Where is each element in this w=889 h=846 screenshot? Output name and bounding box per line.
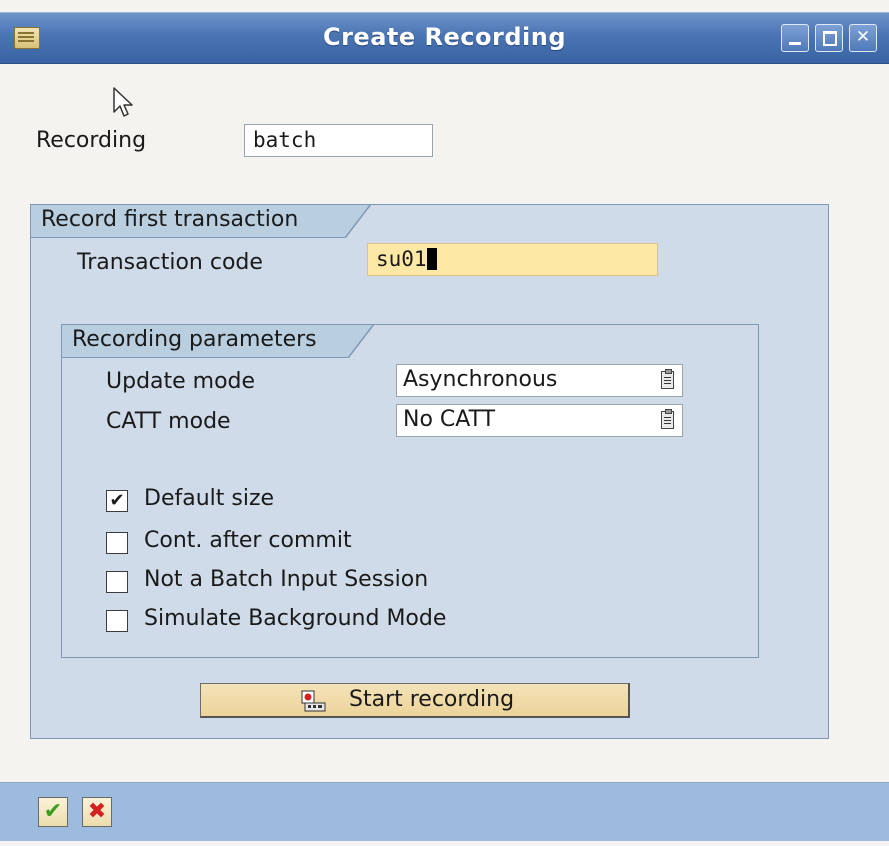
recording-label: Recording	[36, 128, 147, 153]
group-title-recording-parameters: Recording parameters	[61, 324, 373, 358]
start-recording-button[interactable]: Start recording	[200, 683, 630, 718]
transaction-code-input[interactable]: su01	[367, 243, 658, 276]
tab-edge	[344, 204, 371, 238]
checkmark-icon[interactable]: ✔	[38, 797, 68, 827]
catt-mode-value: No CATT	[403, 407, 496, 432]
update-mode-label: Update mode	[106, 369, 256, 394]
checkbox-box[interactable]	[106, 571, 128, 593]
catt-mode-dropdown[interactable]: No CATT	[396, 404, 683, 437]
transaction-code-label: Transaction code	[77, 250, 263, 275]
maximize-icon[interactable]	[815, 24, 843, 52]
checkbox-label: Cont. after commit	[144, 528, 352, 553]
f4-help-icon[interactable]	[661, 409, 674, 429]
checkbox-label: Simulate Background Mode	[144, 606, 447, 631]
update-mode-dropdown[interactable]: Asynchronous	[396, 364, 683, 397]
f4-help-icon[interactable]	[661, 369, 674, 389]
checkbox-box[interactable]	[106, 532, 128, 554]
catt-mode-label: CATT mode	[106, 409, 231, 434]
window-title: Create Recording	[322, 23, 566, 51]
title-bar[interactable]: Create Recording ✕	[0, 12, 889, 64]
cancel-icon[interactable]: ✖	[82, 797, 112, 827]
tab-edge	[347, 324, 374, 358]
recording-name-input[interactable]: batch	[244, 124, 433, 157]
close-icon[interactable]: ✕	[849, 24, 877, 52]
text-caret	[426, 248, 437, 270]
start-recording-icon	[301, 690, 326, 712]
mouse-cursor-icon	[113, 87, 133, 117]
dialog-footer: ✔ ✖	[0, 782, 889, 841]
update-mode-value: Asynchronous	[403, 367, 558, 392]
checkbox-label: Not a Batch Input Session	[144, 567, 429, 592]
checkbox-box[interactable]: ✔	[106, 490, 128, 512]
transaction-code-value: su01	[376, 247, 427, 271]
checkbox-label: Default size	[144, 486, 275, 511]
checkbox-box[interactable]	[106, 610, 128, 632]
group-title-first-transaction: Record first transaction	[30, 204, 370, 238]
start-recording-label: Start recording	[349, 687, 515, 712]
minimize-icon[interactable]	[781, 24, 809, 52]
